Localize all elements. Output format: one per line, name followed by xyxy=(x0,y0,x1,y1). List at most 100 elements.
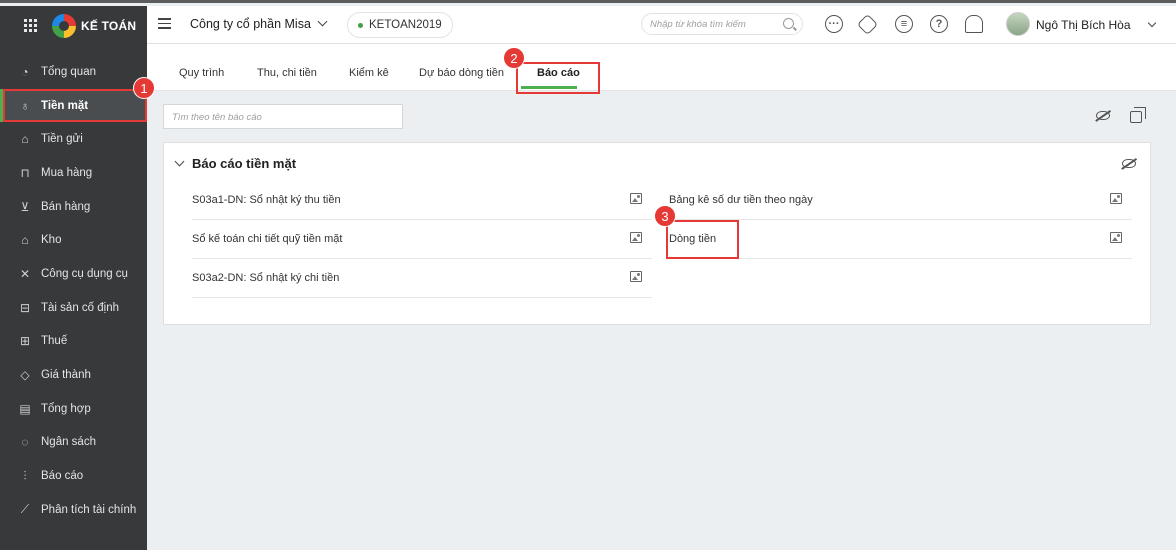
step-badge: 3 xyxy=(654,205,676,227)
sidebar-item-label: Tiền gửi xyxy=(41,133,83,146)
company-selector[interactable]: Công ty cổ phần Misa xyxy=(190,16,328,31)
warehouse-icon: ⌂ xyxy=(21,233,29,248)
tab-kiem-ke[interactable]: Kiểm kê xyxy=(349,67,389,79)
report-item[interactable]: S03a1-DN: Sổ nhật ký thu tiền xyxy=(192,181,652,220)
shopping-bag-icon: ⊓ xyxy=(20,165,30,180)
tab-bar: Quy trình Thu, chi tiền Kiểm kê Dự báo d… xyxy=(147,44,1176,91)
user-name[interactable]: Ngô Thị Bích Hòa xyxy=(1036,18,1131,32)
sidebar-item-bao-cao[interactable]: ⫶ Báo cáo xyxy=(0,459,147,493)
company-name: Công ty cổ phần Misa xyxy=(190,17,311,31)
active-tab-indicator xyxy=(521,86,577,89)
status-dot-icon xyxy=(358,22,363,28)
global-search-input[interactable]: Nhập từ khóa tìm kiếm xyxy=(641,13,803,35)
sidebar-item-tong-quan[interactable]: ◔ Tổng quan xyxy=(0,55,147,89)
sidebar: KẾ TOÁN ◔ Tổng quan ♁ Tiền mặt ⌂ Tiền gử… xyxy=(0,6,147,550)
sidebar-item-phan-tich-tai-chinh[interactable]: ⟋ Phân tích tài chính xyxy=(0,493,147,527)
avatar[interactable] xyxy=(1006,12,1030,36)
step-badge: 2 xyxy=(503,47,525,69)
sidebar-item-tien-gui[interactable]: ⌂ Tiền gửi xyxy=(0,122,147,156)
car-icon: ⊟ xyxy=(19,300,31,315)
sidebar-item-label: Bán hàng xyxy=(41,200,91,213)
budget-icon: ◌ xyxy=(21,435,29,450)
database-pill[interactable]: KETOAN2019 xyxy=(347,12,453,38)
report-item-label[interactable]: Dòng tiền xyxy=(669,233,716,245)
image-icon[interactable] xyxy=(630,271,642,282)
search-placeholder: Nhập từ khóa tìm kiếm xyxy=(650,19,746,30)
menu-icon[interactable] xyxy=(158,18,171,29)
report-item-label[interactable]: S03a2-DN: Sổ nhật ký chi tiền xyxy=(192,272,339,284)
report-item[interactable]: Bảng kê số dư tiền theo ngày xyxy=(669,181,1132,220)
sidebar-item-cong-cu-dung-cu[interactable]: ✕ Công cụ dụng cụ xyxy=(0,257,147,291)
sidebar-item-mua-hang[interactable]: ⊓ Mua hàng xyxy=(0,156,147,190)
sidebar-item-label: Phân tích tài chính xyxy=(41,503,137,516)
sidebar-item-label: Tổng hợp xyxy=(41,402,91,415)
chat-icon[interactable]: ≡ xyxy=(895,15,913,33)
bank-icon: ⌂ xyxy=(21,132,29,147)
cart-icon: ⊻ xyxy=(20,199,30,214)
image-icon[interactable] xyxy=(630,193,642,204)
more-icon[interactable]: ··· xyxy=(825,15,843,33)
report-item-label[interactable]: S03a1-DN: Sổ nhật ký thu tiền xyxy=(192,194,341,206)
sidebar-item-label: Công cụ dụng cụ xyxy=(41,267,128,280)
price-tag-icon: ◇ xyxy=(20,368,30,383)
chevron-down-icon[interactable] xyxy=(1147,18,1157,28)
report-group-panel: Báo cáo tiền mặt S03a1-DN: Sổ nhật ký th… xyxy=(163,142,1151,325)
image-icon[interactable] xyxy=(1110,232,1122,243)
search-icon[interactable] xyxy=(783,18,794,29)
sidebar-item-label: Kho xyxy=(41,234,62,247)
tools-icon: ✕ xyxy=(19,266,31,281)
report-group-title[interactable]: Báo cáo tiền mặt xyxy=(192,156,296,171)
brand: KẾ TOÁN xyxy=(0,6,147,46)
sidebar-item-label: Giá thành xyxy=(41,369,91,382)
top-header: Công ty cổ phần Misa KETOAN2019 Nhập từ … xyxy=(147,6,1176,44)
sidebar-item-ban-hang[interactable]: ⊻ Bán hàng xyxy=(0,190,147,224)
sidebar-nav: ◔ Tổng quan ♁ Tiền mặt ⌂ Tiền gửi ⊓ Mua … xyxy=(0,55,147,527)
eye-off-icon[interactable] xyxy=(1096,111,1110,120)
chevron-down-icon xyxy=(317,16,328,27)
image-icon[interactable] xyxy=(1110,193,1122,204)
sidebar-item-tai-san-co-dinh[interactable]: ⊟ Tài sản cố định xyxy=(0,291,147,325)
bell-icon[interactable] xyxy=(965,15,983,33)
step-badge: 1 xyxy=(133,77,155,99)
tab-du-bao-dong-tien[interactable]: Dự báo dòng tiền xyxy=(419,67,504,79)
sidebar-item-label: Tài sản cố định xyxy=(41,301,119,314)
sidebar-item-label: Thuế xyxy=(41,335,68,348)
tab-quy-trinh[interactable]: Quy trình xyxy=(179,67,224,79)
app-window: KẾ TOÁN ◔ Tổng quan ♁ Tiền mặt ⌂ Tiền gử… xyxy=(0,0,1176,550)
tab-thu-chi-tien[interactable]: Thu, chi tiền xyxy=(257,67,317,79)
misa-logo-icon xyxy=(52,14,76,38)
chevron-down-icon[interactable] xyxy=(174,156,185,167)
report-item-label[interactable]: Sổ kế toán chi tiết quỹ tiền mặt xyxy=(192,233,342,245)
sidebar-item-label: Mua hàng xyxy=(41,166,93,179)
sidebar-item-label: Tổng quan xyxy=(41,65,96,78)
sidebar-item-label: Báo cáo xyxy=(41,470,84,483)
database-name: KETOAN2019 xyxy=(369,19,442,31)
tab-bao-cao[interactable]: Báo cáo xyxy=(537,67,580,79)
report-search-placeholder: Tìm theo tên báo cáo xyxy=(172,112,262,123)
sidebar-item-label: Tiền mặt xyxy=(41,99,89,112)
help-icon[interactable]: ? xyxy=(930,15,948,33)
report-item-label[interactable]: Bảng kê số dư tiền theo ngày xyxy=(669,194,813,206)
dashboard-icon: ◔ xyxy=(21,64,29,79)
sidebar-item-tong-hop[interactable]: ▤ Tổng hợp xyxy=(0,392,147,426)
sidebar-item-kho[interactable]: ⌂ Kho xyxy=(0,223,147,257)
eye-off-icon[interactable] xyxy=(1122,159,1136,168)
bar-chart-icon: ⫶ xyxy=(23,468,27,483)
report-item[interactable]: Dòng tiền xyxy=(669,220,1132,259)
sidebar-item-thue[interactable]: ⊞ Thuế xyxy=(0,325,147,359)
collapse-all-icon[interactable] xyxy=(1130,107,1146,123)
sidebar-item-ngan-sach[interactable]: ◌ Ngân sách xyxy=(0,426,147,460)
line-chart-icon: ⟋ xyxy=(20,502,30,517)
report-item[interactable]: Sổ kế toán chi tiết quỹ tiền mặt xyxy=(192,220,652,259)
sidebar-item-tien-mat[interactable]: ♁ Tiền mặt xyxy=(0,88,147,123)
report-search-input[interactable]: Tìm theo tên báo cáo xyxy=(163,104,403,129)
sidebar-item-label: Ngân sách xyxy=(41,436,96,449)
money-bag-icon: ♁ xyxy=(20,98,30,113)
sidebar-item-gia-thanh[interactable]: ◇ Giá thành xyxy=(0,358,147,392)
book-icon: ▤ xyxy=(19,401,31,416)
app-grid-icon[interactable] xyxy=(24,19,38,33)
report-item[interactable]: S03a2-DN: Sổ nhật ký chi tiền xyxy=(192,259,652,298)
brand-name: KẾ TOÁN xyxy=(81,19,137,33)
image-icon[interactable] xyxy=(630,232,642,243)
gear-icon[interactable] xyxy=(856,13,879,36)
